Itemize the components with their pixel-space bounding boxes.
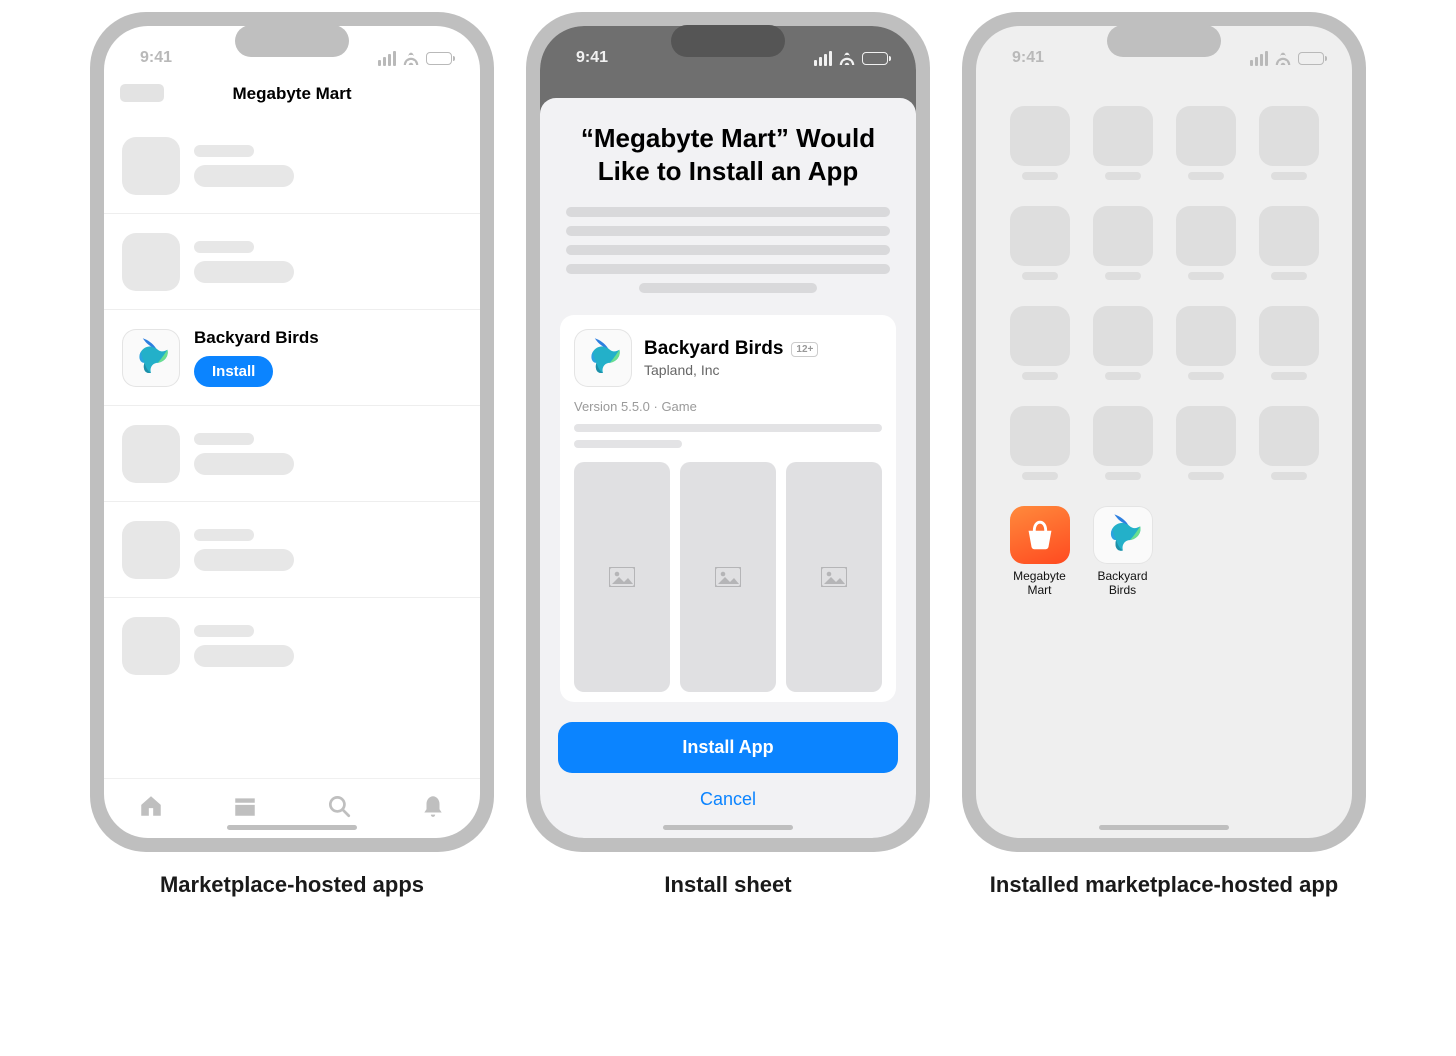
tab-search[interactable] — [326, 793, 352, 824]
age-rating-badge: 12+ — [791, 342, 818, 357]
app-placeholder[interactable] — [1166, 206, 1245, 298]
nav-title: Megabyte Mart — [104, 84, 480, 104]
app-label: Backyard Birds — [1083, 570, 1162, 598]
app-placeholder[interactable] — [1166, 406, 1245, 498]
sheet-description — [566, 207, 890, 293]
caption: Marketplace-hosted apps — [160, 872, 424, 898]
sheet-title: “Megabyte Mart” Would Like to Install an… — [560, 122, 896, 187]
caption: Installed marketplace-hosted app — [990, 872, 1338, 898]
home-indicator[interactable] — [663, 825, 793, 830]
cellular-icon — [378, 51, 396, 66]
phone-frame: 9:41 Megabyte Mart — [90, 12, 494, 852]
list-item[interactable] — [104, 598, 480, 694]
dynamic-island — [1107, 25, 1221, 57]
tab-alerts[interactable] — [420, 793, 446, 824]
wifi-icon — [402, 51, 420, 65]
install-sheet: “Megabyte Mart” Would Like to Install an… — [540, 98, 916, 838]
app-icon — [1093, 506, 1153, 564]
home-indicator[interactable] — [227, 825, 357, 830]
app-meta: Version 5.5.0 · Game — [574, 399, 882, 414]
app-list[interactable]: Backyard Birds Install — [104, 118, 480, 778]
status-time: 9:41 — [140, 49, 172, 67]
phone-frame: 9:41 “Megabyte Mart” Would Like to Insta… — [526, 12, 930, 852]
app-placeholder[interactable] — [1083, 306, 1162, 398]
list-item[interactable] — [104, 118, 480, 214]
status-time: 9:41 — [1012, 49, 1044, 67]
screenshot[interactable] — [680, 462, 776, 692]
battery-icon — [1298, 52, 1324, 65]
app-icon — [1010, 506, 1070, 564]
app-placeholder[interactable] — [1249, 406, 1328, 498]
screenshot[interactable] — [786, 462, 882, 692]
screenshot[interactable] — [574, 462, 670, 692]
install-button[interactable]: Install — [194, 356, 273, 387]
caption: Install sheet — [664, 872, 791, 898]
app-placeholder[interactable] — [1000, 106, 1079, 198]
cellular-icon — [814, 51, 832, 66]
app-placeholder[interactable] — [1249, 306, 1328, 398]
phone-frame: 9:41 Megabyte MartBackyard Birds — [962, 12, 1366, 852]
app-info-card: Backyard Birds 12+ Tapland, Inc Version … — [560, 315, 896, 702]
app-placeholder[interactable] — [1000, 206, 1079, 298]
app-placeholder[interactable] — [1249, 206, 1328, 298]
app-megabyte-mart[interactable]: Megabyte Mart — [1000, 506, 1079, 598]
dynamic-island — [671, 25, 785, 57]
home-screen-grid[interactable]: Megabyte MartBackyard Birds — [1000, 106, 1328, 798]
screenshots-row[interactable] — [574, 462, 882, 692]
app-placeholder[interactable] — [1249, 106, 1328, 198]
tab-home[interactable] — [138, 793, 164, 824]
app-icon — [574, 329, 632, 387]
list-item-backyard-birds[interactable]: Backyard Birds Install — [104, 310, 480, 406]
app-description — [574, 424, 882, 448]
developer-label: Tapland, Inc — [644, 362, 818, 378]
app-placeholder[interactable] — [1166, 106, 1245, 198]
app-placeholder[interactable] — [1166, 306, 1245, 398]
status-time: 9:41 — [576, 49, 608, 67]
dynamic-island — [235, 25, 349, 57]
list-item[interactable] — [104, 502, 480, 598]
app-placeholder[interactable] — [1083, 106, 1162, 198]
wifi-icon — [838, 51, 856, 65]
app-backyard-birds[interactable]: Backyard Birds — [1083, 506, 1162, 598]
app-icon — [122, 329, 180, 387]
app-name-label: Backyard Birds — [644, 338, 783, 360]
app-placeholder[interactable] — [1083, 206, 1162, 298]
battery-icon — [862, 52, 888, 65]
app-name-label: Backyard Birds — [194, 328, 319, 348]
cancel-button[interactable]: Cancel — [558, 783, 898, 816]
tab-browse[interactable] — [232, 793, 258, 824]
app-placeholder[interactable] — [1000, 406, 1079, 498]
list-item[interactable] — [104, 214, 480, 310]
wifi-icon — [1274, 51, 1292, 65]
install-app-button[interactable]: Install App — [558, 722, 898, 773]
battery-icon — [426, 52, 452, 65]
app-label: Megabyte Mart — [1000, 570, 1079, 598]
cellular-icon — [1250, 51, 1268, 66]
app-placeholder[interactable] — [1083, 406, 1162, 498]
list-item[interactable] — [104, 406, 480, 502]
home-indicator[interactable] — [1099, 825, 1229, 830]
app-placeholder[interactable] — [1000, 306, 1079, 398]
